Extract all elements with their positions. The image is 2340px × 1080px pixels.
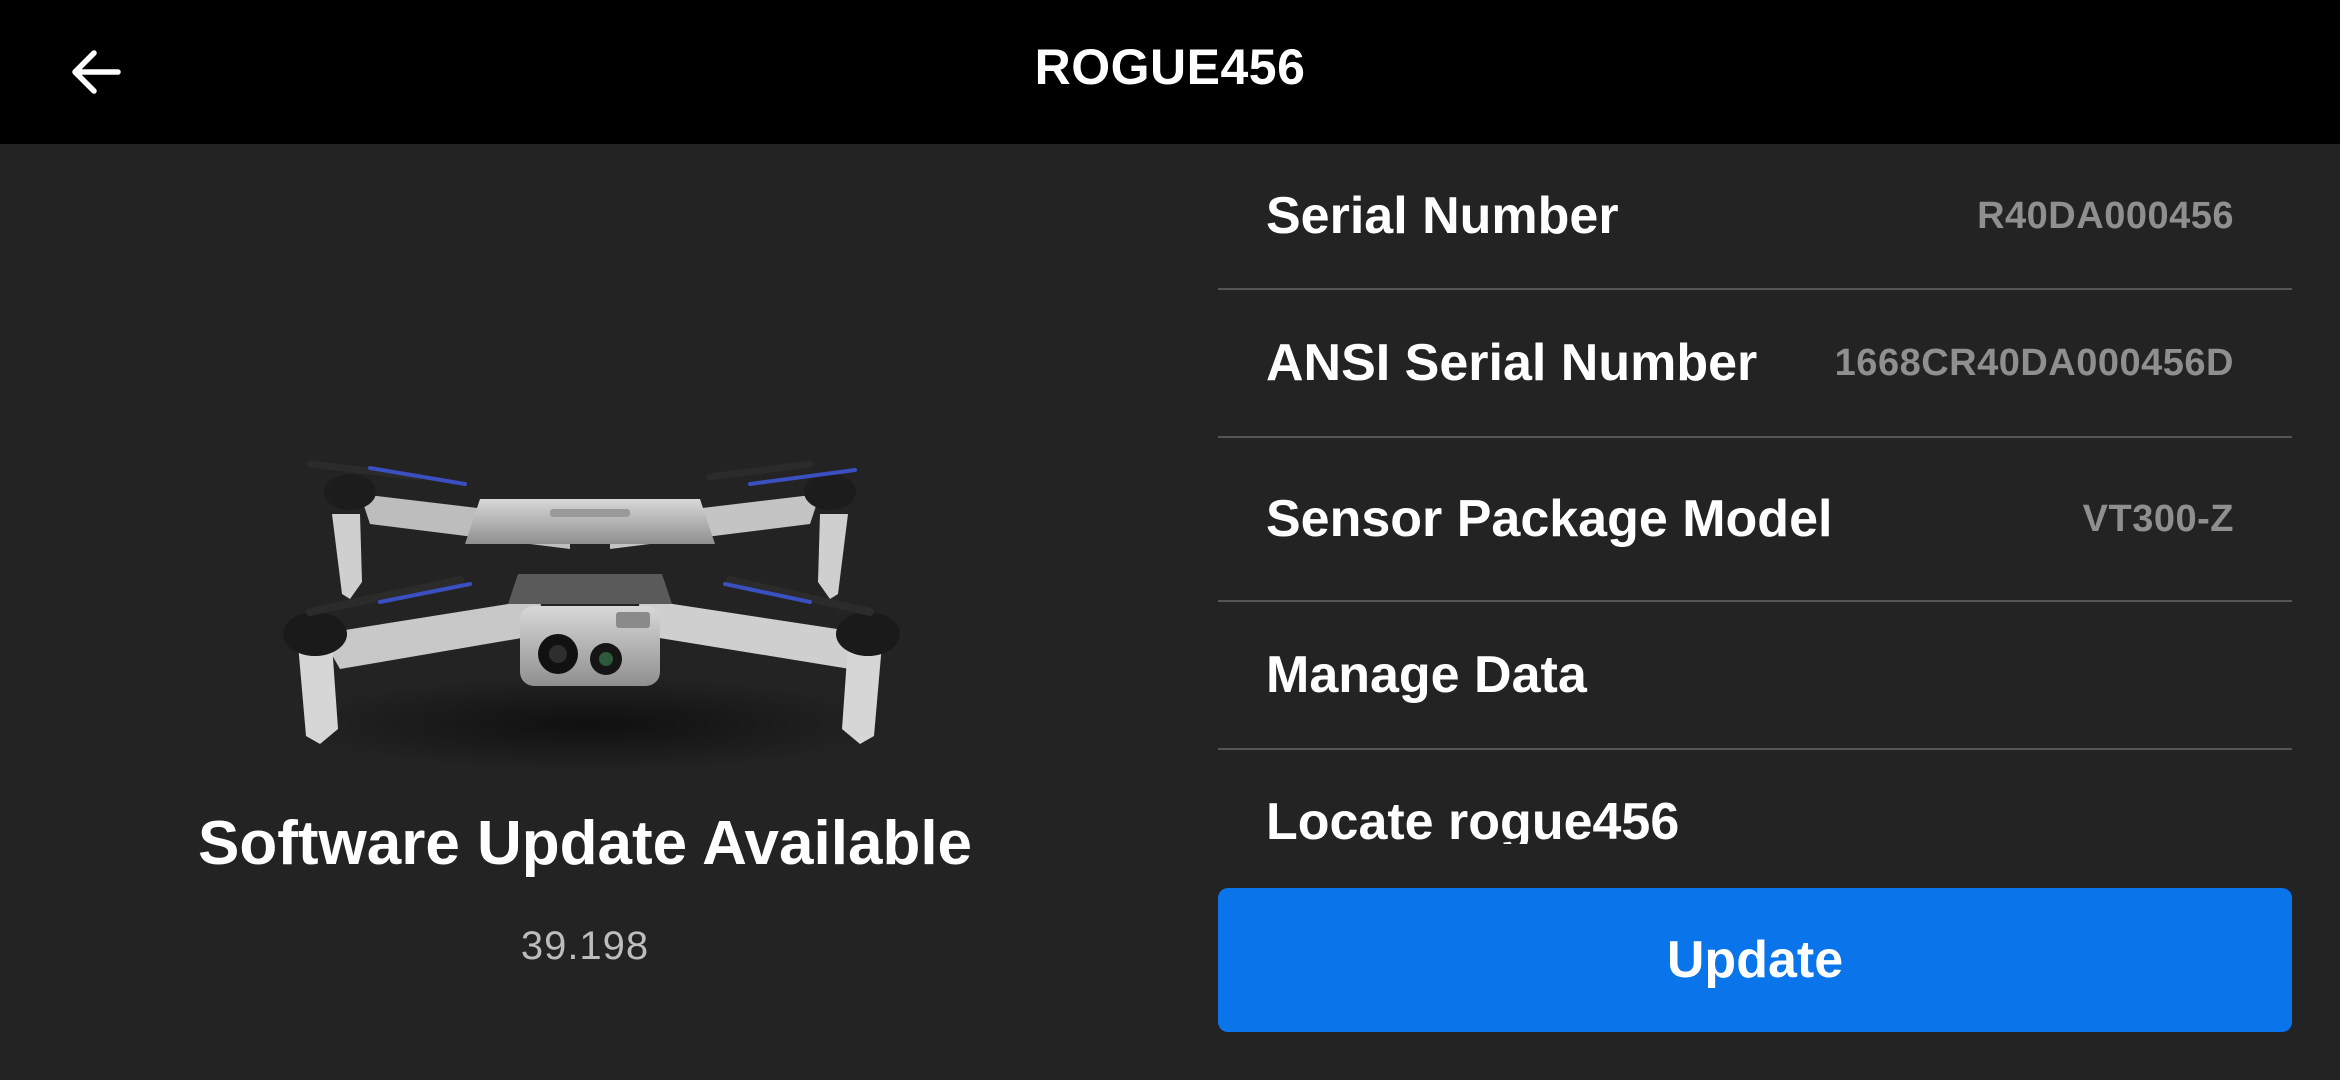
serial-number-label: Serial Number: [1266, 187, 1619, 245]
sensor-package-model-label: Sensor Package Model: [1266, 490, 1833, 548]
update-heading: Software Update Available: [197, 809, 973, 878]
page-title: ROGUE456: [1034, 39, 1306, 95]
locate-drone-label: Locate rogue456: [1266, 793, 1680, 844]
manage-data-row[interactable]: Manage Data: [1218, 602, 2292, 750]
ansi-serial-number-value: 1668CR40DA000456D: [1834, 341, 2234, 384]
manage-data-label: Manage Data: [1266, 646, 1587, 704]
top-bar: ROGUE456: [0, 0, 2340, 144]
serial-number-value: R40DA000456: [1977, 194, 2234, 237]
serial-number-row: Serial Number R40DA000456: [1218, 144, 2292, 290]
update-version: 39.198: [520, 924, 650, 968]
update-panel: Software Update Available 39.198: [0, 144, 1170, 1080]
ansi-serial-number-row: ANSI Serial Number 1668CR40DA000456D: [1218, 290, 2292, 438]
details-list: Serial Number R40DA000456 ANSI Serial Nu…: [1218, 144, 2292, 844]
locate-drone-row[interactable]: Locate rogue456: [1218, 750, 2292, 844]
drone-image: [283, 460, 900, 772]
ansi-serial-number-label: ANSI Serial Number: [1266, 334, 1758, 392]
sensor-package-model-row: Sensor Package Model VT300-Z: [1218, 438, 2292, 602]
sensor-package-model-value: VT300-Z: [2082, 497, 2234, 540]
update-button[interactable]: Update: [1218, 888, 2292, 1032]
